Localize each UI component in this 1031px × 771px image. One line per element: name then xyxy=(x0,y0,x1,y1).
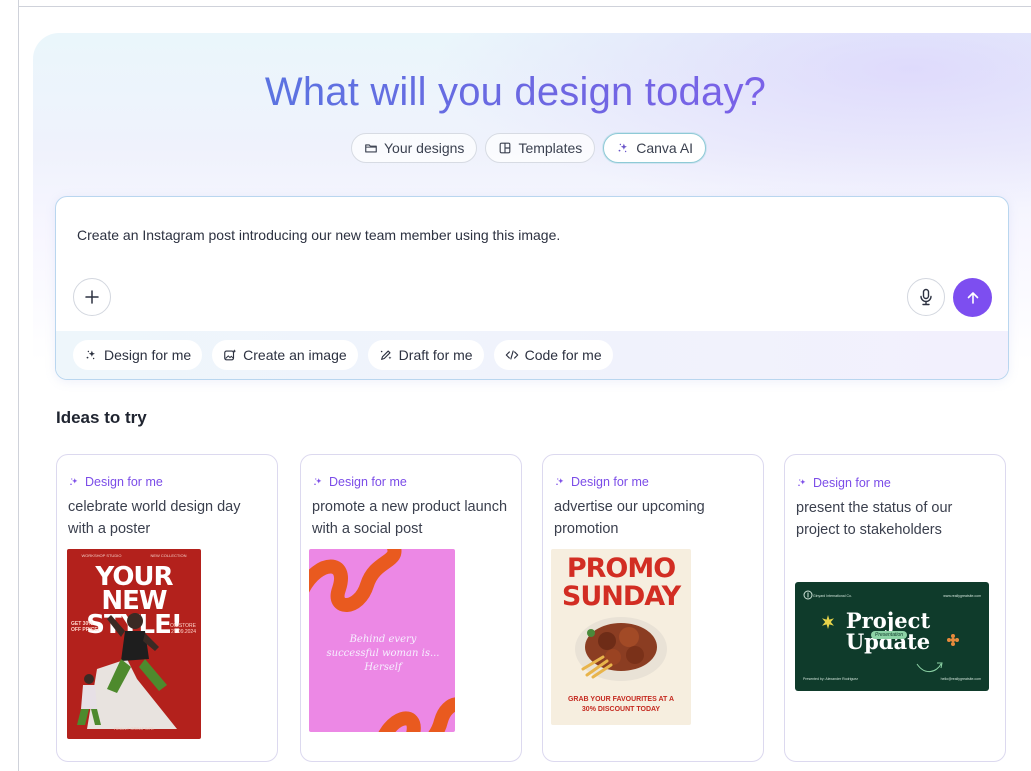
tab-templates[interactable]: Templates xyxy=(485,133,596,163)
sparkle-icon xyxy=(618,143,628,153)
chip-design-for-me[interactable]: Design for me xyxy=(73,340,203,370)
ideas-title: Ideas to try xyxy=(56,408,147,427)
poster-date: ON STORE 27.09.2024 xyxy=(169,623,196,635)
food-photo xyxy=(575,617,667,681)
poster-top-left: WORKSHOP STUDIO xyxy=(81,553,122,558)
presentation-badge: Presentation xyxy=(871,631,908,639)
presentation-brand: Ginyard International Co. xyxy=(813,594,852,598)
arrow-doodle xyxy=(916,662,943,672)
card-tag: Design for me xyxy=(68,475,163,489)
promo-thumbnail: PROMO SUNDAY GRAB YOUR FAVOURITES AT A 3… xyxy=(551,549,691,725)
code-icon xyxy=(505,350,518,360)
tab-label: Templates xyxy=(518,140,583,156)
tab-label: Your designs xyxy=(384,140,465,156)
promo-footer: GRAB YOUR FAVOURITES AT A 30% DISCOUNT T… xyxy=(567,696,675,713)
sparkle-icon xyxy=(314,478,322,485)
card-tag-label: Design for me xyxy=(85,475,163,489)
presentation-email: hello@reallygreatsite.com xyxy=(940,677,981,681)
presentation-site: www.reallygreatsite.com xyxy=(943,594,981,598)
promo-headline: PROMO SUNDAY xyxy=(561,553,681,612)
poster-offer: GET 30% OFF PRICE! xyxy=(71,621,100,633)
post-quote: Behind every successful woman is... Hers… xyxy=(326,634,440,673)
poster-top-row: WORKSHOP STUDIO NEW COLLECTION xyxy=(67,553,201,558)
poster-footer: REALLY GREAT SITE xyxy=(114,726,154,731)
prompt-input[interactable]: Create an Instagram post introducing our… xyxy=(77,227,560,243)
prompt-suggestion-bar: Design for me Create an image Draft for … xyxy=(56,331,1008,379)
tab-label: Canva AI xyxy=(636,140,694,156)
chip-label: Code for me xyxy=(524,347,602,363)
arrow-up-icon xyxy=(967,291,978,304)
card-tag: Design for me xyxy=(312,475,407,489)
card-tag-label: Design for me xyxy=(813,476,891,490)
pen-sparkle-icon xyxy=(380,350,392,360)
tab-canva-ai[interactable]: Canva AI xyxy=(603,133,707,163)
brand-logo-icon xyxy=(803,590,813,600)
card-description: promote a new product launch with a soci… xyxy=(312,499,508,537)
add-button[interactable] xyxy=(73,278,111,316)
chip-draft-for-me[interactable]: Draft for me xyxy=(367,340,484,370)
hero-glow xyxy=(431,33,1031,213)
sparkle-icon xyxy=(70,478,78,485)
window-border-left xyxy=(18,0,19,771)
sparkle-icon xyxy=(798,479,806,486)
sparkle-icon xyxy=(86,350,95,360)
image-sparkle-icon xyxy=(224,349,237,361)
social-post-thumbnail: Behind every successful woman is... Hers… xyxy=(309,549,455,732)
send-button[interactable] xyxy=(953,278,992,317)
flower-icon xyxy=(947,634,959,646)
chip-label: Design for me xyxy=(104,347,192,363)
microphone-button[interactable] xyxy=(907,278,945,316)
card-description: advertise our upcoming promotion xyxy=(554,499,705,537)
poster-top-right: NEW COLLECTION xyxy=(150,553,187,558)
chip-code-for-me[interactable]: Code for me xyxy=(493,340,613,370)
card-tag-label: Design for me xyxy=(571,475,649,489)
plus-icon xyxy=(85,290,99,304)
card-description: present the status of our project to sta… xyxy=(796,500,953,538)
presentation-presenter: Presented by: Alexander Rodriguez xyxy=(803,677,859,681)
window-border-top xyxy=(18,6,1031,7)
card-tag-label: Design for me xyxy=(329,475,407,489)
chip-label: Draft for me xyxy=(398,347,473,363)
prompt-box[interactable]: Create an Instagram post introducing our… xyxy=(55,196,1009,380)
chip-label: Create an image xyxy=(243,347,347,363)
chip-create-an-image[interactable]: Create an image xyxy=(212,340,358,370)
template-icon xyxy=(500,142,511,154)
page-title: What will you design today? xyxy=(0,70,1031,115)
presentation-thumbnail: Ginyard International Co. www.reallygrea… xyxy=(795,582,989,691)
sparkle-icon xyxy=(556,478,564,485)
card-tag: Design for me xyxy=(554,475,649,489)
idea-card-product-launch[interactable]: Design for me promote a new product laun… xyxy=(300,454,522,762)
idea-card-world-design-day[interactable]: Design for me celebrate world design day… xyxy=(56,454,278,762)
card-tag: Design for me xyxy=(796,476,891,490)
microphone-icon xyxy=(920,288,932,306)
folder-icon xyxy=(365,144,377,153)
card-description: celebrate world design day with a poster xyxy=(68,499,241,537)
tab-your-designs[interactable]: Your designs xyxy=(351,133,478,163)
mode-tabs: Your designs Templates Canva AI xyxy=(351,133,707,163)
poster-thumbnail: WORKSHOP STUDIO NEW COLLECTION YOUR NEW … xyxy=(67,549,201,739)
idea-card-promotion[interactable]: Design for me advertise our upcoming pro… xyxy=(542,454,764,762)
idea-card-project-status[interactable]: Design for me present the status of our … xyxy=(784,454,1006,762)
